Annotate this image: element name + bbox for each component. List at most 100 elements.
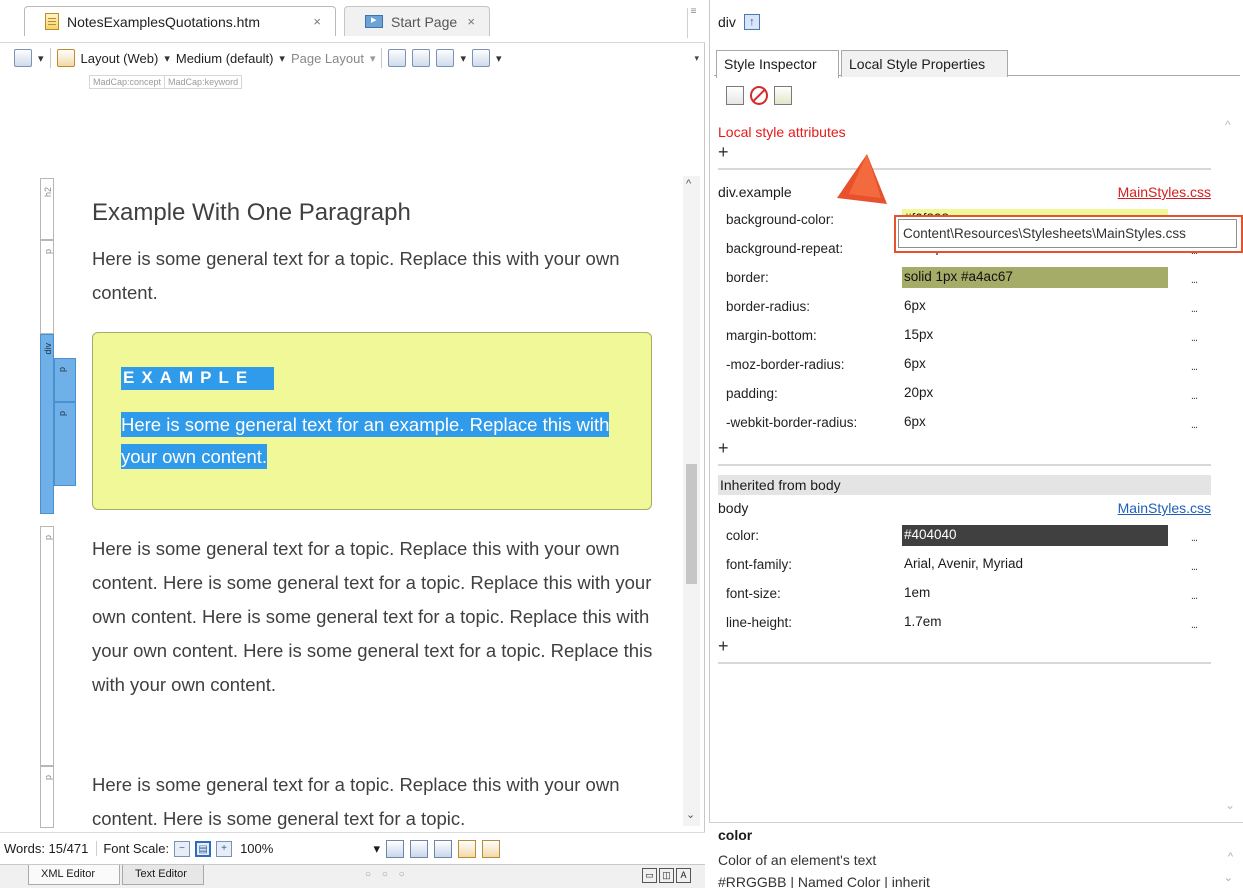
preview-icon[interactable] bbox=[388, 49, 407, 67]
edit-value-button[interactable]: ... bbox=[1191, 590, 1198, 602]
tab-start-page[interactable]: Start Page × bbox=[344, 6, 490, 36]
add-property-button[interactable]: + bbox=[718, 438, 729, 458]
property-value[interactable]: solid 1px #a4ac67 bbox=[902, 267, 1168, 288]
chevron-down-icon[interactable]: ▾ bbox=[370, 52, 376, 65]
scrollbar-thumb[interactable] bbox=[686, 464, 697, 584]
edit-value-button[interactable]: ... bbox=[1191, 361, 1198, 373]
edit-value-button[interactable]: ... bbox=[1191, 303, 1198, 315]
markers-icon[interactable] bbox=[472, 49, 491, 67]
example-paragraph[interactable]: Here is some general text for an example… bbox=[121, 409, 621, 473]
structure-tag-p[interactable]: p bbox=[40, 526, 54, 766]
example-heading[interactable]: EXAMPLE bbox=[121, 367, 275, 390]
paragraph[interactable]: Here is some general text for a topic. R… bbox=[92, 768, 662, 830]
scroll-up-icon[interactable]: ^ bbox=[686, 178, 691, 190]
property-row[interactable]: border-radius: 6px ... bbox=[718, 293, 1211, 322]
property-row[interactable]: line-height: 1.7em ... bbox=[718, 609, 1211, 638]
close-tab-icon[interactable]: × bbox=[313, 14, 321, 29]
editor-content[interactable]: Example With One Paragraph Here is some … bbox=[92, 176, 662, 829]
split-vertical-icon[interactable]: ◫ bbox=[659, 868, 674, 883]
show-spans-icon[interactable] bbox=[434, 839, 453, 858]
paragraph[interactable]: Here is some general text for a topic. R… bbox=[92, 532, 662, 702]
property-value[interactable]: 20px bbox=[902, 383, 1168, 404]
edit-value-button[interactable]: ... bbox=[1191, 390, 1198, 402]
property-value[interactable]: 6px bbox=[902, 412, 1168, 433]
property-row[interactable]: -webkit-border-radius: 6px ... bbox=[718, 409, 1211, 438]
property-row[interactable]: -moz-border-radius: 6px ... bbox=[718, 351, 1211, 380]
property-row[interactable]: font-size: 1em ... bbox=[718, 580, 1211, 609]
structure-tag-p[interactable]: p bbox=[40, 766, 54, 828]
split-horizontal-icon[interactable]: ▭ bbox=[642, 868, 657, 883]
editor-vertical-scrollbar[interactable]: ^ ⌄ bbox=[683, 176, 700, 826]
structure-tag-p[interactable]: p bbox=[40, 240, 54, 334]
page-layout-dropdown[interactable]: Page Layout bbox=[291, 51, 364, 66]
paragraph[interactable]: Here is some general text for a topic. R… bbox=[92, 242, 662, 310]
stylesheet-link[interactable]: MainStyles.css bbox=[1118, 500, 1211, 516]
property-row[interactable]: padding: 20px ... bbox=[718, 380, 1211, 409]
edit-value-button[interactable]: ... bbox=[1191, 419, 1198, 431]
chevron-down-icon[interactable]: ▾ bbox=[38, 52, 44, 65]
palette-icon[interactable] bbox=[386, 839, 405, 858]
edit-stylesheet-icon[interactable] bbox=[774, 86, 792, 105]
tab-text-editor[interactable]: Text Editor bbox=[122, 865, 204, 885]
structure-tag-h2[interactable]: h2 bbox=[40, 178, 54, 240]
property-value[interactable]: 1em bbox=[902, 583, 1168, 604]
scroll-down-icon[interactable]: ⌄ bbox=[1225, 798, 1235, 812]
zoom-icon[interactable] bbox=[14, 49, 32, 67]
edit-value-button[interactable]: ... bbox=[1191, 619, 1198, 631]
tab-xml-editor[interactable]: XML Editor bbox=[28, 865, 120, 885]
scroll-down-icon[interactable]: ⌄ bbox=[1224, 871, 1233, 884]
tab-notes-examples-quotations[interactable]: NotesExamplesQuotations.htm × bbox=[24, 6, 336, 36]
keyword-tag[interactable]: MadCap:keyword bbox=[165, 76, 241, 88]
property-row[interactable]: margin-bottom: 15px ... bbox=[718, 322, 1211, 351]
property-value[interactable]: 1.7em bbox=[902, 612, 1168, 633]
text-view-icon[interactable]: A bbox=[676, 868, 691, 883]
chevron-down-icon[interactable]: ▾ bbox=[279, 52, 285, 65]
toolbar-overflow-icon[interactable]: ▾ bbox=[694, 53, 699, 64]
tab-list-scroll[interactable]: ≡ bbox=[687, 7, 699, 38]
scroll-down-icon[interactable]: ⌄ bbox=[686, 808, 695, 821]
edit-value-button[interactable]: ... bbox=[1191, 561, 1198, 573]
structure-tag-p[interactable]: p bbox=[54, 358, 76, 402]
property-value[interactable]: 15px bbox=[902, 325, 1168, 346]
tab-local-style-properties[interactable]: Local Style Properties bbox=[841, 50, 1008, 77]
add-property-button[interactable]: + bbox=[718, 636, 729, 656]
property-value[interactable]: 6px bbox=[902, 354, 1168, 375]
edit-value-button[interactable]: ... bbox=[1191, 332, 1198, 344]
stylesheet-link[interactable]: MainStyles.css bbox=[1118, 184, 1211, 200]
chevron-down-icon[interactable]: ▾ bbox=[164, 52, 170, 65]
property-value[interactable]: #404040 bbox=[902, 525, 1168, 546]
scroll-up-icon[interactable]: ^ bbox=[1225, 118, 1231, 132]
tab-style-inspector[interactable]: Style Inspector bbox=[716, 50, 839, 78]
font-scale-increase-button[interactable]: + bbox=[216, 840, 233, 857]
conditions-icon[interactable] bbox=[412, 49, 431, 67]
property-row[interactable]: color: #404040 ... bbox=[718, 522, 1211, 551]
edit-value-button[interactable]: ... bbox=[1191, 532, 1198, 544]
layout-dropdown[interactable]: Layout (Web) bbox=[81, 51, 159, 66]
font-scale-reset-button[interactable]: ▤ bbox=[195, 840, 212, 857]
font-scale-decrease-button[interactable]: − bbox=[174, 840, 191, 857]
edit-value-button[interactable]: ... bbox=[1191, 274, 1198, 286]
select-parent-icon[interactable]: ↑ bbox=[743, 14, 760, 30]
chevron-down-icon[interactable]: ▾ bbox=[496, 52, 502, 65]
medium-dropdown[interactable]: Medium (default) bbox=[176, 51, 274, 66]
remove-style-icon[interactable] bbox=[750, 86, 768, 105]
horizontal-ruler-icon[interactable] bbox=[458, 839, 477, 858]
vertical-ruler-icon[interactable] bbox=[482, 839, 501, 858]
property-row[interactable]: font-family: Arial, Avenir, Myriad ... bbox=[718, 551, 1211, 580]
example-box[interactable]: EXAMPLE Here is some general text for an… bbox=[92, 332, 652, 510]
close-tab-icon[interactable]: × bbox=[467, 14, 475, 29]
chevron-down-icon[interactable]: ▾ bbox=[460, 52, 466, 65]
concept-tag[interactable]: MadCap:concept bbox=[90, 76, 166, 88]
property-value[interactable]: Arial, Avenir, Myriad bbox=[902, 554, 1168, 575]
splitter-grip[interactable]: ○ ○ ○ bbox=[365, 869, 409, 880]
show-blocks-icon[interactable] bbox=[410, 839, 429, 858]
zoom-dropdown[interactable]: 100% ▾ bbox=[240, 841, 380, 857]
new-style-icon[interactable] bbox=[726, 86, 744, 105]
topic-heading[interactable]: Example With One Paragraph bbox=[92, 198, 662, 228]
property-value[interactable]: 6px bbox=[902, 296, 1168, 317]
structure-tag-p[interactable]: p bbox=[54, 402, 76, 486]
scroll-up-icon[interactable]: ^ bbox=[1228, 851, 1233, 863]
property-row[interactable]: border: solid 1px #a4ac67 ... bbox=[718, 264, 1211, 293]
selected-text[interactable]: Here is some general text for an example… bbox=[121, 412, 610, 469]
add-local-attribute-button[interactable]: + bbox=[718, 142, 729, 162]
